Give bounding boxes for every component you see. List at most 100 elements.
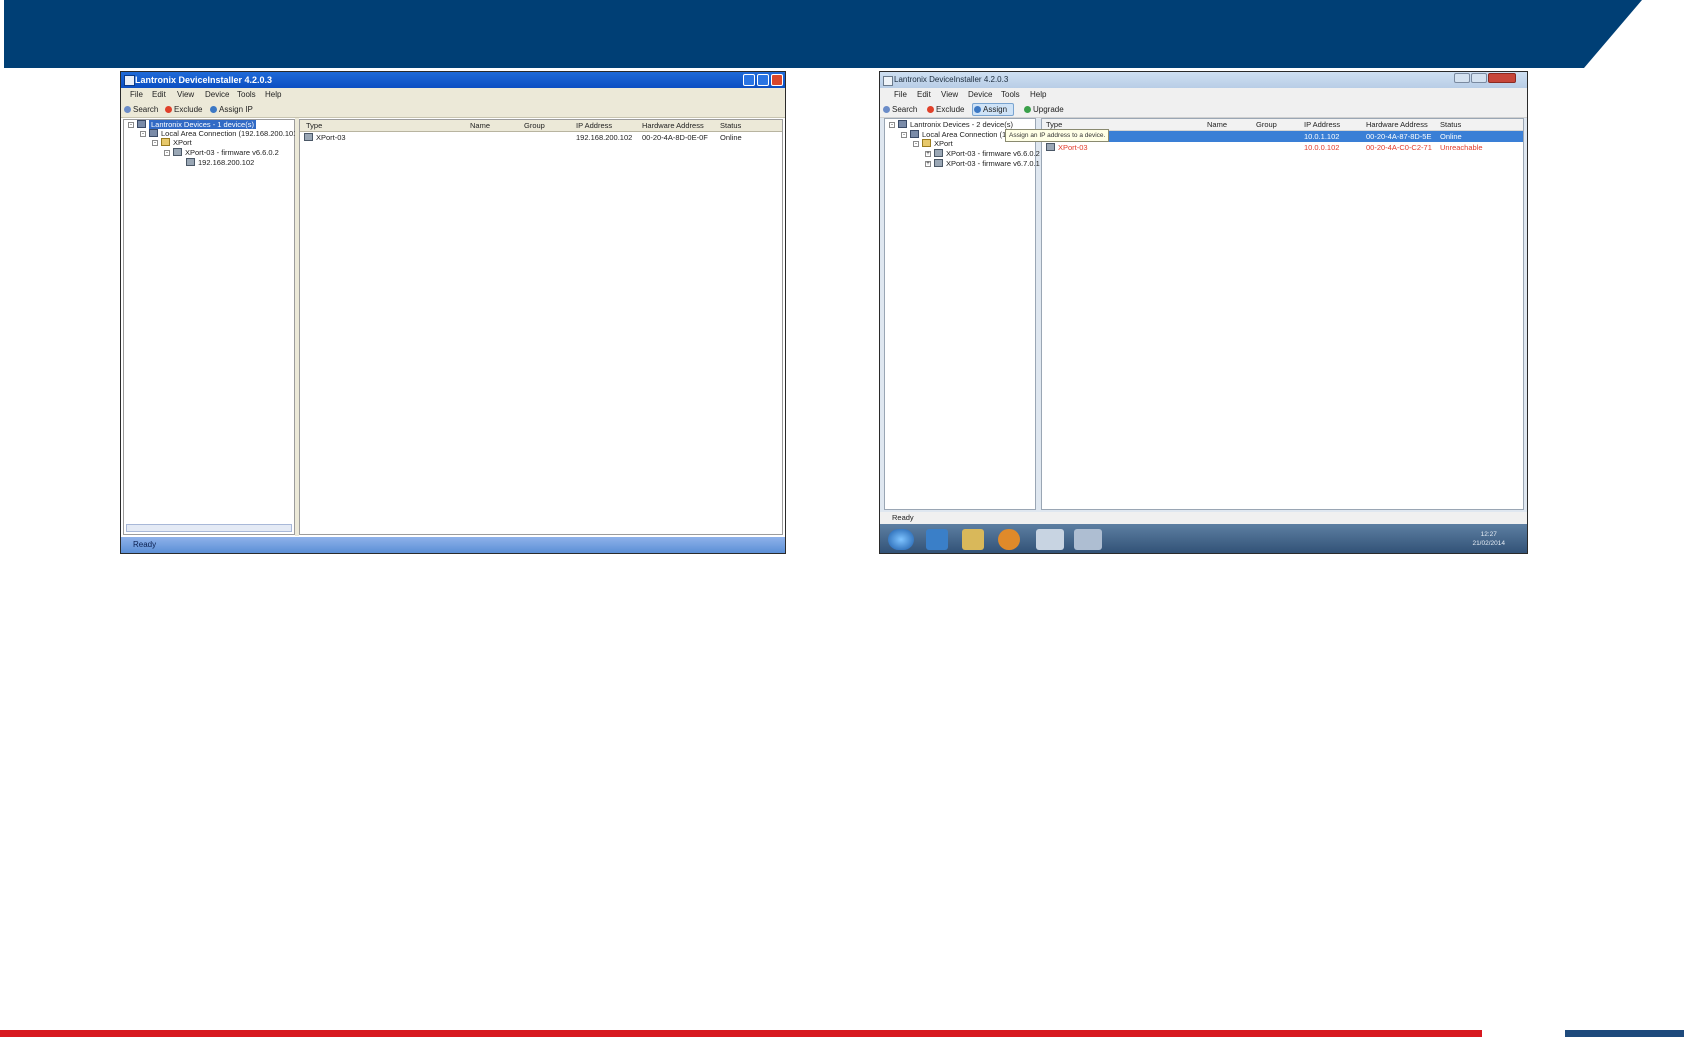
column-name[interactable]: Name	[470, 120, 490, 131]
menu-tools[interactable]: Tools	[237, 90, 256, 99]
xp-toolbar: Search Exclude Assign IP	[121, 102, 785, 118]
device-icon	[173, 148, 182, 156]
w7-status-bar: Ready	[880, 512, 1527, 524]
menu-device[interactable]: Device	[205, 90, 229, 99]
cell-type: XPort-03	[304, 132, 346, 143]
close-button[interactable]	[1488, 73, 1516, 83]
exclude-icon	[165, 106, 172, 113]
tree-group-xport[interactable]: XPort	[922, 139, 953, 149]
assign-tooltip: Assign an IP address to a device.	[1005, 129, 1110, 142]
network-icon	[898, 120, 907, 128]
column-status[interactable]: Status	[720, 120, 741, 131]
device-icon	[934, 149, 943, 157]
xp-device-list: Type Name Group IP Address Hardware Addr…	[299, 119, 783, 535]
w7-title-bar[interactable]: Lantronix DeviceInstaller 4.2.0.3	[880, 72, 1527, 88]
cell-ip-address: 10.0.1.102	[1304, 132, 1340, 141]
assign-ip-button[interactable]: Assign IP	[210, 104, 253, 115]
search-button[interactable]: Search	[883, 104, 917, 115]
app-icon	[124, 75, 135, 86]
collapse-toggle[interactable]: -	[913, 141, 919, 147]
tree-ip-address[interactable]: 192.168.200.102	[186, 158, 254, 168]
expand-toggle[interactable]: +	[925, 161, 931, 167]
xp-device-tree: - Lantronix Devices - 1 device(s) - Loca…	[123, 119, 300, 535]
menu-file[interactable]: File	[894, 90, 907, 99]
cell-hardware-address: 00-20-4A-87-8D-5E	[1366, 132, 1432, 141]
column-group[interactable]: Group	[524, 120, 545, 131]
minimize-button[interactable]	[1454, 73, 1470, 83]
device-icon	[1046, 143, 1055, 151]
cell-ip-address: 10.0.0.102	[1304, 143, 1340, 152]
column-ip-address[interactable]: IP Address	[576, 120, 612, 131]
clock-date: 21/02/2014	[1472, 540, 1505, 547]
exclude-button[interactable]: Exclude	[927, 104, 964, 115]
explorer-folder-icon[interactable]	[962, 529, 984, 550]
exclude-button[interactable]: Exclude	[165, 104, 202, 115]
slide-header-band	[4, 0, 1642, 68]
tree-device-1[interactable]: XPort-03 - firmware v6.6.0.2	[934, 149, 1040, 159]
table-row[interactable]: XPort-03 192.168.200.102 00-20-4A-8D-0E-…	[300, 132, 782, 143]
upgrade-button[interactable]: Upgrade	[1024, 104, 1064, 115]
column-type[interactable]: Type	[306, 120, 322, 131]
cell-status: Online	[1440, 132, 1462, 141]
status-text: Ready	[133, 540, 157, 549]
assign-button[interactable]: Assign	[974, 104, 1007, 115]
collapse-toggle[interactable]: -	[140, 131, 146, 137]
tree-group-xport[interactable]: XPort	[161, 138, 192, 148]
collapse-toggle[interactable]: -	[889, 122, 895, 128]
menu-edit[interactable]: Edit	[152, 90, 166, 99]
column-name[interactable]: Name	[1207, 119, 1227, 130]
collapse-toggle[interactable]: -	[128, 122, 134, 128]
horizontal-scrollbar[interactable]	[126, 524, 292, 532]
menu-view[interactable]: View	[941, 90, 958, 99]
folder-icon	[922, 139, 931, 147]
internet-explorer-icon[interactable]	[926, 529, 948, 550]
column-status[interactable]: Status	[1440, 119, 1461, 130]
menu-tools[interactable]: Tools	[1001, 90, 1020, 99]
search-icon	[124, 106, 131, 113]
maximize-button[interactable]	[757, 74, 769, 86]
xp-title-bar[interactable]: Lantronix DeviceInstaller 4.2.0.3	[121, 72, 785, 88]
minimize-button[interactable]	[743, 74, 755, 86]
close-button[interactable]	[771, 74, 783, 86]
column-group[interactable]: Group	[1256, 119, 1277, 130]
slide-footer-red-bar	[0, 1030, 1482, 1037]
xp-deviceinstaller-window: Lantronix DeviceInstaller 4.2.0.3 File E…	[120, 71, 786, 554]
tree-device[interactable]: XPort-03 - firmware v6.6.0.2	[173, 148, 279, 158]
column-hardware-address[interactable]: Hardware Address	[1366, 119, 1428, 130]
tree-device-2[interactable]: XPort-03 - firmware v6.7.0.1	[934, 159, 1040, 169]
network-taskbar-icon[interactable]	[1074, 529, 1102, 550]
list-header: Type Name Group IP Address Hardware Addr…	[1042, 119, 1523, 131]
collapse-toggle[interactable]: -	[901, 132, 907, 138]
cell-hardware-address: 00-20-4A-8D-0E-0F	[642, 133, 708, 142]
ip-icon	[186, 158, 195, 166]
table-row[interactable]: XPort-03 10.0.1.102 00-20-4A-87-8D-5E On…	[1042, 131, 1523, 142]
status-text: Ready	[892, 513, 914, 522]
search-button[interactable]: Search	[124, 104, 158, 115]
cell-type: XPort-03	[1046, 142, 1088, 153]
menu-file[interactable]: File	[130, 90, 143, 99]
menu-help[interactable]: Help	[265, 90, 281, 99]
column-hardware-address[interactable]: Hardware Address	[642, 120, 704, 131]
maximize-button[interactable]	[1471, 73, 1487, 83]
assign-ip-icon	[210, 106, 217, 113]
exclude-icon	[927, 106, 934, 113]
device-icon	[304, 133, 313, 141]
deviceinstaller-taskbar-icon[interactable]	[1036, 529, 1064, 550]
menu-help[interactable]: Help	[1030, 90, 1046, 99]
tree-root[interactable]: Lantronix Devices - 2 device(s)	[898, 120, 1013, 130]
w7-deviceinstaller-window: Lantronix DeviceInstaller 4.2.0.3 File E…	[879, 71, 1528, 554]
media-player-icon[interactable]	[998, 529, 1020, 550]
column-ip-address[interactable]: IP Address	[1304, 119, 1340, 130]
start-button[interactable]	[888, 529, 914, 550]
menu-device[interactable]: Device	[968, 90, 992, 99]
menu-edit[interactable]: Edit	[917, 90, 931, 99]
search-icon	[883, 106, 890, 113]
expand-toggle[interactable]: +	[925, 151, 931, 157]
collapse-toggle[interactable]: -	[164, 150, 170, 156]
taskbar-clock[interactable]: 12:27 21/02/2014	[1472, 530, 1505, 548]
lan-icon	[910, 130, 919, 138]
app-icon	[883, 76, 893, 86]
menu-view[interactable]: View	[177, 90, 194, 99]
table-row[interactable]: XPort-03 10.0.0.102 00-20-4A-C0-C2-71 Un…	[1042, 142, 1523, 153]
collapse-toggle[interactable]: -	[152, 140, 158, 146]
